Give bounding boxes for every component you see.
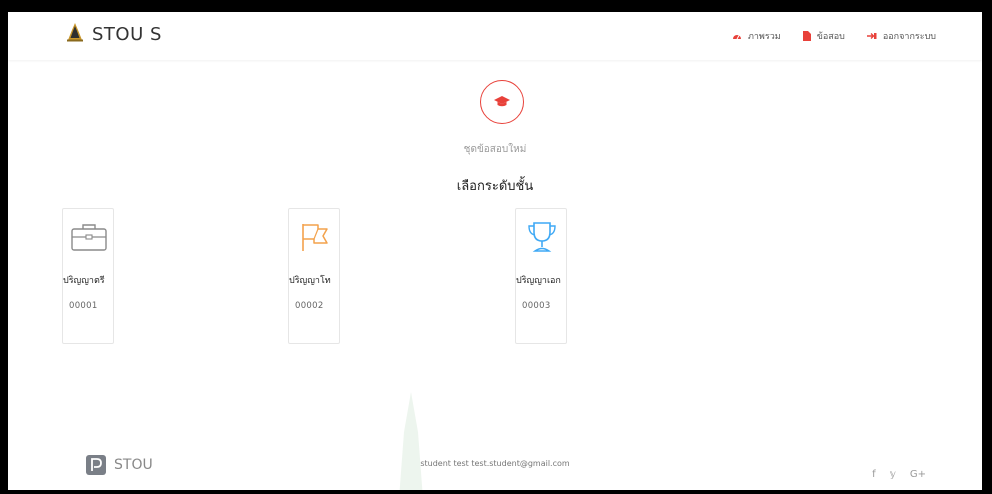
top-navbar: STOU S ภาพรวม ข้อสอบ ออกจากระบบ (8, 12, 982, 60)
nav-links: ภาพรวม ข้อสอบ ออกจากระบบ (710, 29, 936, 43)
page-heading: เลือกระดับชั้น (456, 179, 534, 194)
dashboard-icon (732, 32, 742, 40)
briefcase-icon (69, 219, 109, 255)
level-card-master[interactable]: ปริญญาโท 00002 (288, 208, 340, 344)
footer-user-info: student test test.student@gmail.com (420, 459, 570, 468)
level-title: ปริญญาโท (289, 276, 331, 286)
stou-logo-icon (66, 22, 84, 46)
social-links: f 𝕪 G+ (858, 469, 926, 480)
flag-icon (295, 219, 335, 255)
file-icon (802, 31, 811, 41)
level-code: 00002 (295, 301, 324, 311)
nav-item-logout[interactable]: ออกจากระบบ (866, 29, 936, 43)
level-card-doctorate[interactable]: ปริญญาเอก 00003 (515, 208, 567, 344)
twitter-icon[interactable]: 𝕪 (890, 469, 896, 480)
nav-label-exam: ข้อสอบ (816, 32, 845, 42)
facebook-icon[interactable]: f (872, 469, 876, 480)
page-subtitle: ชุดข้อสอบใหม่ (463, 144, 527, 155)
brand-title: STOU S (92, 23, 162, 45)
level-code: 00001 (69, 301, 98, 311)
nav-label-overview: ภาพรวม (747, 32, 781, 42)
nav-item-exam[interactable]: ข้อสอบ (802, 29, 845, 43)
level-title: ปริญญาเอก (516, 276, 561, 286)
graduation-cap-icon (494, 93, 510, 112)
watermark-tower-icon (399, 392, 423, 490)
trophy-icon (522, 219, 562, 255)
app-frame: STOU S ภาพรวม ข้อสอบ ออกจากระบบ ชุดข้อสอ… (8, 12, 982, 490)
nav-item-overview[interactable]: ภาพรวม (732, 29, 781, 43)
level-card-bachelor[interactable]: ปริญญาตรี 00001 (62, 208, 114, 344)
level-code: 00003 (522, 301, 551, 311)
brand[interactable]: STOU S (66, 22, 162, 46)
nav-label-logout: ออกจากระบบ (882, 32, 936, 42)
level-title: ปริญญาตรี (63, 276, 105, 286)
google-plus-icon[interactable]: G+ (910, 469, 926, 480)
sign-out-icon (866, 32, 877, 40)
hero-circle (480, 80, 524, 124)
